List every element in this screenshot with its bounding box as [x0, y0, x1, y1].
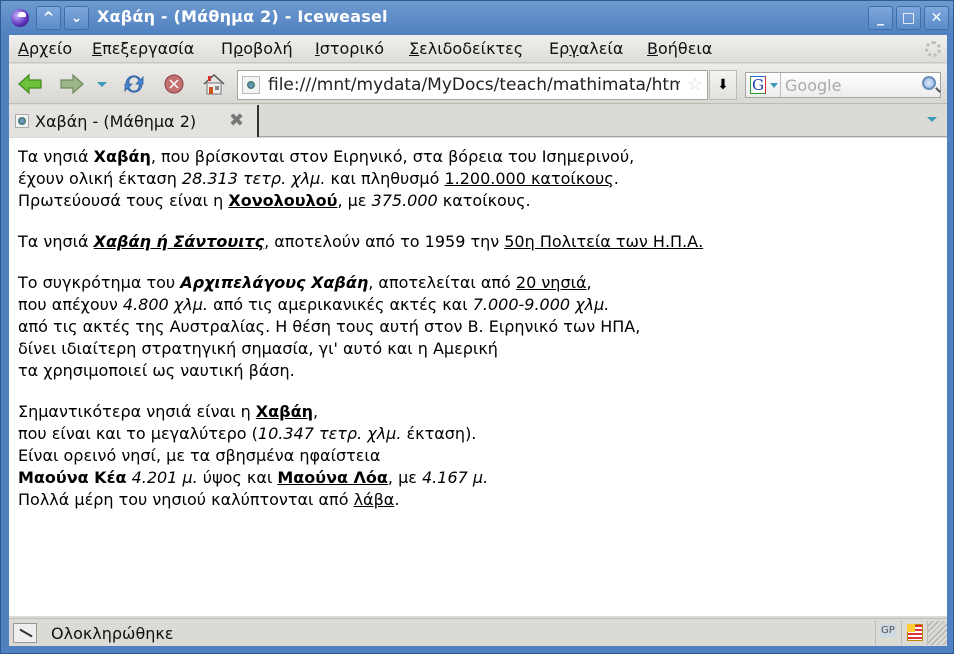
back-arrow-icon[interactable]: [17, 72, 43, 96]
search-bar: G: [745, 72, 941, 98]
paragraph-2: Το συγκρότημα του Αρχιπελάγους Χαβάη, απ…: [18, 272, 947, 382]
text-run: ,: [312, 402, 319, 421]
url-bar[interactable]: file:///mnt/mydata/MyDocs/teach/mathimat…: [237, 70, 708, 100]
minimize-button[interactable]: _: [868, 6, 893, 30]
text-run: ύψος και: [197, 468, 278, 487]
text-run: Είναι ορεινό νησί, με τα σβησμένα ηφαίστ…: [18, 446, 381, 465]
status-text: Ολοκληρώθηκε: [51, 624, 174, 643]
text-run: Τα νησιά: [18, 232, 94, 251]
menu-bar: Αρχείο Επεξεργασία Προβολή Ιστορικό Σελιδοδε…: [9, 35, 947, 63]
text-run: και πληθυσμό: [325, 169, 445, 188]
text-run: 28.313 τετρ. χλμ.: [181, 169, 326, 188]
status-bar: Ολοκληρώθηκε GP: [9, 618, 947, 646]
text-run: που είναι και το μεγαλύτερο (: [18, 424, 258, 443]
iceweasel-app-icon[interactable]: [11, 9, 29, 27]
title-bar[interactable]: ^ ⌄ Χαβάη - (Μάθημα 2) - Iceweasel _ □ ✕: [1, 1, 953, 35]
gp-label: GP: [880, 624, 896, 637]
navigation-toolbar: file:///mnt/mydata/MyDocs/teach/mathimat…: [9, 64, 947, 104]
reload-icon[interactable]: [121, 72, 147, 96]
site-identity-icon[interactable]: [242, 76, 260, 94]
text-run: 7.000-9.000 χλμ.: [472, 295, 610, 314]
tab-title: Χαβάη - (Μάθημα 2): [35, 112, 197, 131]
tab-favicon-icon: [15, 114, 29, 128]
text-run: έχουν ολική έκταση: [18, 169, 182, 188]
text-run: δίνει ιδιαίτερη στρατηγική σημασία, γι' …: [18, 339, 498, 358]
text-run: .: [394, 490, 400, 509]
emphasized-link-text: Χαβάη: [255, 402, 313, 421]
text-run: Το συγκρότημα του: [18, 273, 181, 292]
menu-item-1[interactable]: Επεξεργασία: [92, 39, 194, 58]
text-run: Μαούνα Κέα: [18, 468, 127, 487]
browser-window: ^ ⌄ Χαβάη - (Μάθημα 2) - Iceweasel _ □ ✕…: [0, 0, 954, 654]
language-flag-icon[interactable]: [901, 621, 927, 645]
text-run: , αποτελούν από το 1959 την: [264, 232, 505, 251]
emphasized-link-text: Μαούνα Λόα: [277, 468, 388, 487]
text-run: 375.000: [371, 191, 438, 210]
menu-item-5[interactable]: Εργαλεία: [549, 39, 623, 58]
shade-down-button[interactable]: ⌄: [64, 6, 89, 30]
text-run: 4.167 μ.: [422, 468, 489, 487]
history-dropdown-icon[interactable]: [97, 82, 107, 87]
bookmark-star-icon[interactable]: ☆: [687, 74, 703, 95]
throbber-icon: [925, 41, 941, 57]
emphasized-link-text: λάβα: [353, 490, 395, 509]
emphasized-link-text: 1.200.000 κατοίκους: [444, 169, 614, 188]
menu-item-3[interactable]: Ιστορικό: [315, 39, 384, 58]
paragraph-1: Τα νησιά Χαβάη ή Σάντουιτς, αποτελούν απ…: [18, 231, 947, 253]
emphasized-link-text: Χαβάη ή Σάντουιτς: [93, 232, 265, 251]
text-run: Τα νησιά: [18, 147, 94, 166]
shade-up-button[interactable]: ^: [36, 6, 61, 30]
text-run: από τις αμερικανικές ακτές και: [208, 295, 473, 314]
search-magnifier-icon[interactable]: [922, 76, 936, 90]
emphasized-link-text: 20 νησιά: [515, 273, 587, 292]
text-run: 4.800 χλμ.: [122, 295, 208, 314]
list-all-tabs-icon[interactable]: [927, 117, 937, 122]
text-run: 4.201 μ.: [131, 468, 198, 487]
text-run: , αποτελείται από: [368, 273, 516, 292]
forward-arrow-icon[interactable]: [59, 72, 85, 96]
text-run: Χαβάη: [93, 147, 151, 166]
resize-grip[interactable]: [927, 621, 947, 645]
text-run: Πολλά μέρη του νησιού καλύπτονται από: [18, 490, 354, 509]
text-run: έκταση).: [401, 424, 477, 443]
text-run: .: [613, 169, 619, 188]
text-run: 10.347 τετρ. χλμ.: [257, 424, 402, 443]
emphasized-link-text: Χονολουλού: [228, 191, 338, 210]
text-run: τα χρησιμοποιεί ως ναυτική βάση.: [18, 361, 295, 380]
text-run: Πρωτεύουσά τους είναι η: [18, 191, 229, 210]
text-run: , με: [387, 468, 422, 487]
page-content: Τα νησιά Χαβάη, που βρίσκονται στον Ειρη…: [9, 138, 947, 616]
menu-item-4[interactable]: Σελιδοδείκτες: [409, 39, 523, 58]
google-engine-icon[interactable]: G: [750, 76, 766, 94]
search-input[interactable]: [780, 73, 918, 97]
text-run: , με: [337, 191, 372, 210]
stop-icon[interactable]: [161, 72, 187, 96]
paragraph-3: Σημαντικότερα νησιά είναι η Χαβάη, που εί…: [18, 401, 947, 511]
home-icon[interactable]: [201, 72, 227, 96]
menu-item-6[interactable]: Βοήθεια: [647, 39, 712, 58]
text-run: , που βρίσκονται στον Ειρηνικό, στα βόρε…: [150, 147, 635, 166]
tab-hawaii[interactable]: Χαβάη - (Μάθημα 2) ✖: [9, 105, 259, 137]
text-run: Σημαντικότερα νησιά είναι η: [18, 402, 256, 421]
tab-bar: Χαβάη - (Μάθημα 2) ✖: [9, 105, 947, 137]
text-run: ,: [586, 273, 592, 292]
engine-dropdown-icon[interactable]: [770, 83, 778, 88]
paragraph-0: Τα νησιά Χαβάη, που βρίσκονται στον Ειρη…: [18, 146, 947, 212]
url-input[interactable]: file:///mnt/mydata/MyDocs/teach/mathimat…: [268, 75, 680, 95]
text-run: που απέχουν: [18, 295, 123, 314]
browser-frame: Αρχείο Επεξεργασία Προβολή Ιστορικό Σελιδοδε…: [9, 35, 947, 646]
gp-addon-icon[interactable]: GP: [875, 621, 901, 645]
menu-item-2[interactable]: Προβολή: [221, 39, 293, 58]
window-title: Χαβάη - (Μάθημα 2) - Iceweasel: [97, 7, 388, 26]
emphasized-link-text: 50η Πολιτεία των Η.Π.Α.: [504, 232, 704, 251]
tab-close-icon[interactable]: ✖: [229, 110, 244, 131]
text-run: από τις ακτές της Αυστραλίας. Η θέση του…: [18, 317, 641, 336]
menu-item-0[interactable]: Αρχείο: [18, 39, 72, 58]
text-run: Αρχιπελάγους Χαβάη: [180, 273, 369, 292]
go-button[interactable]: ⬇: [709, 70, 737, 100]
connection-status-icon: [13, 623, 37, 643]
text-run: κατοίκους.: [437, 191, 531, 210]
maximize-button[interactable]: □: [896, 6, 921, 30]
close-window-button[interactable]: ✕: [924, 6, 949, 30]
